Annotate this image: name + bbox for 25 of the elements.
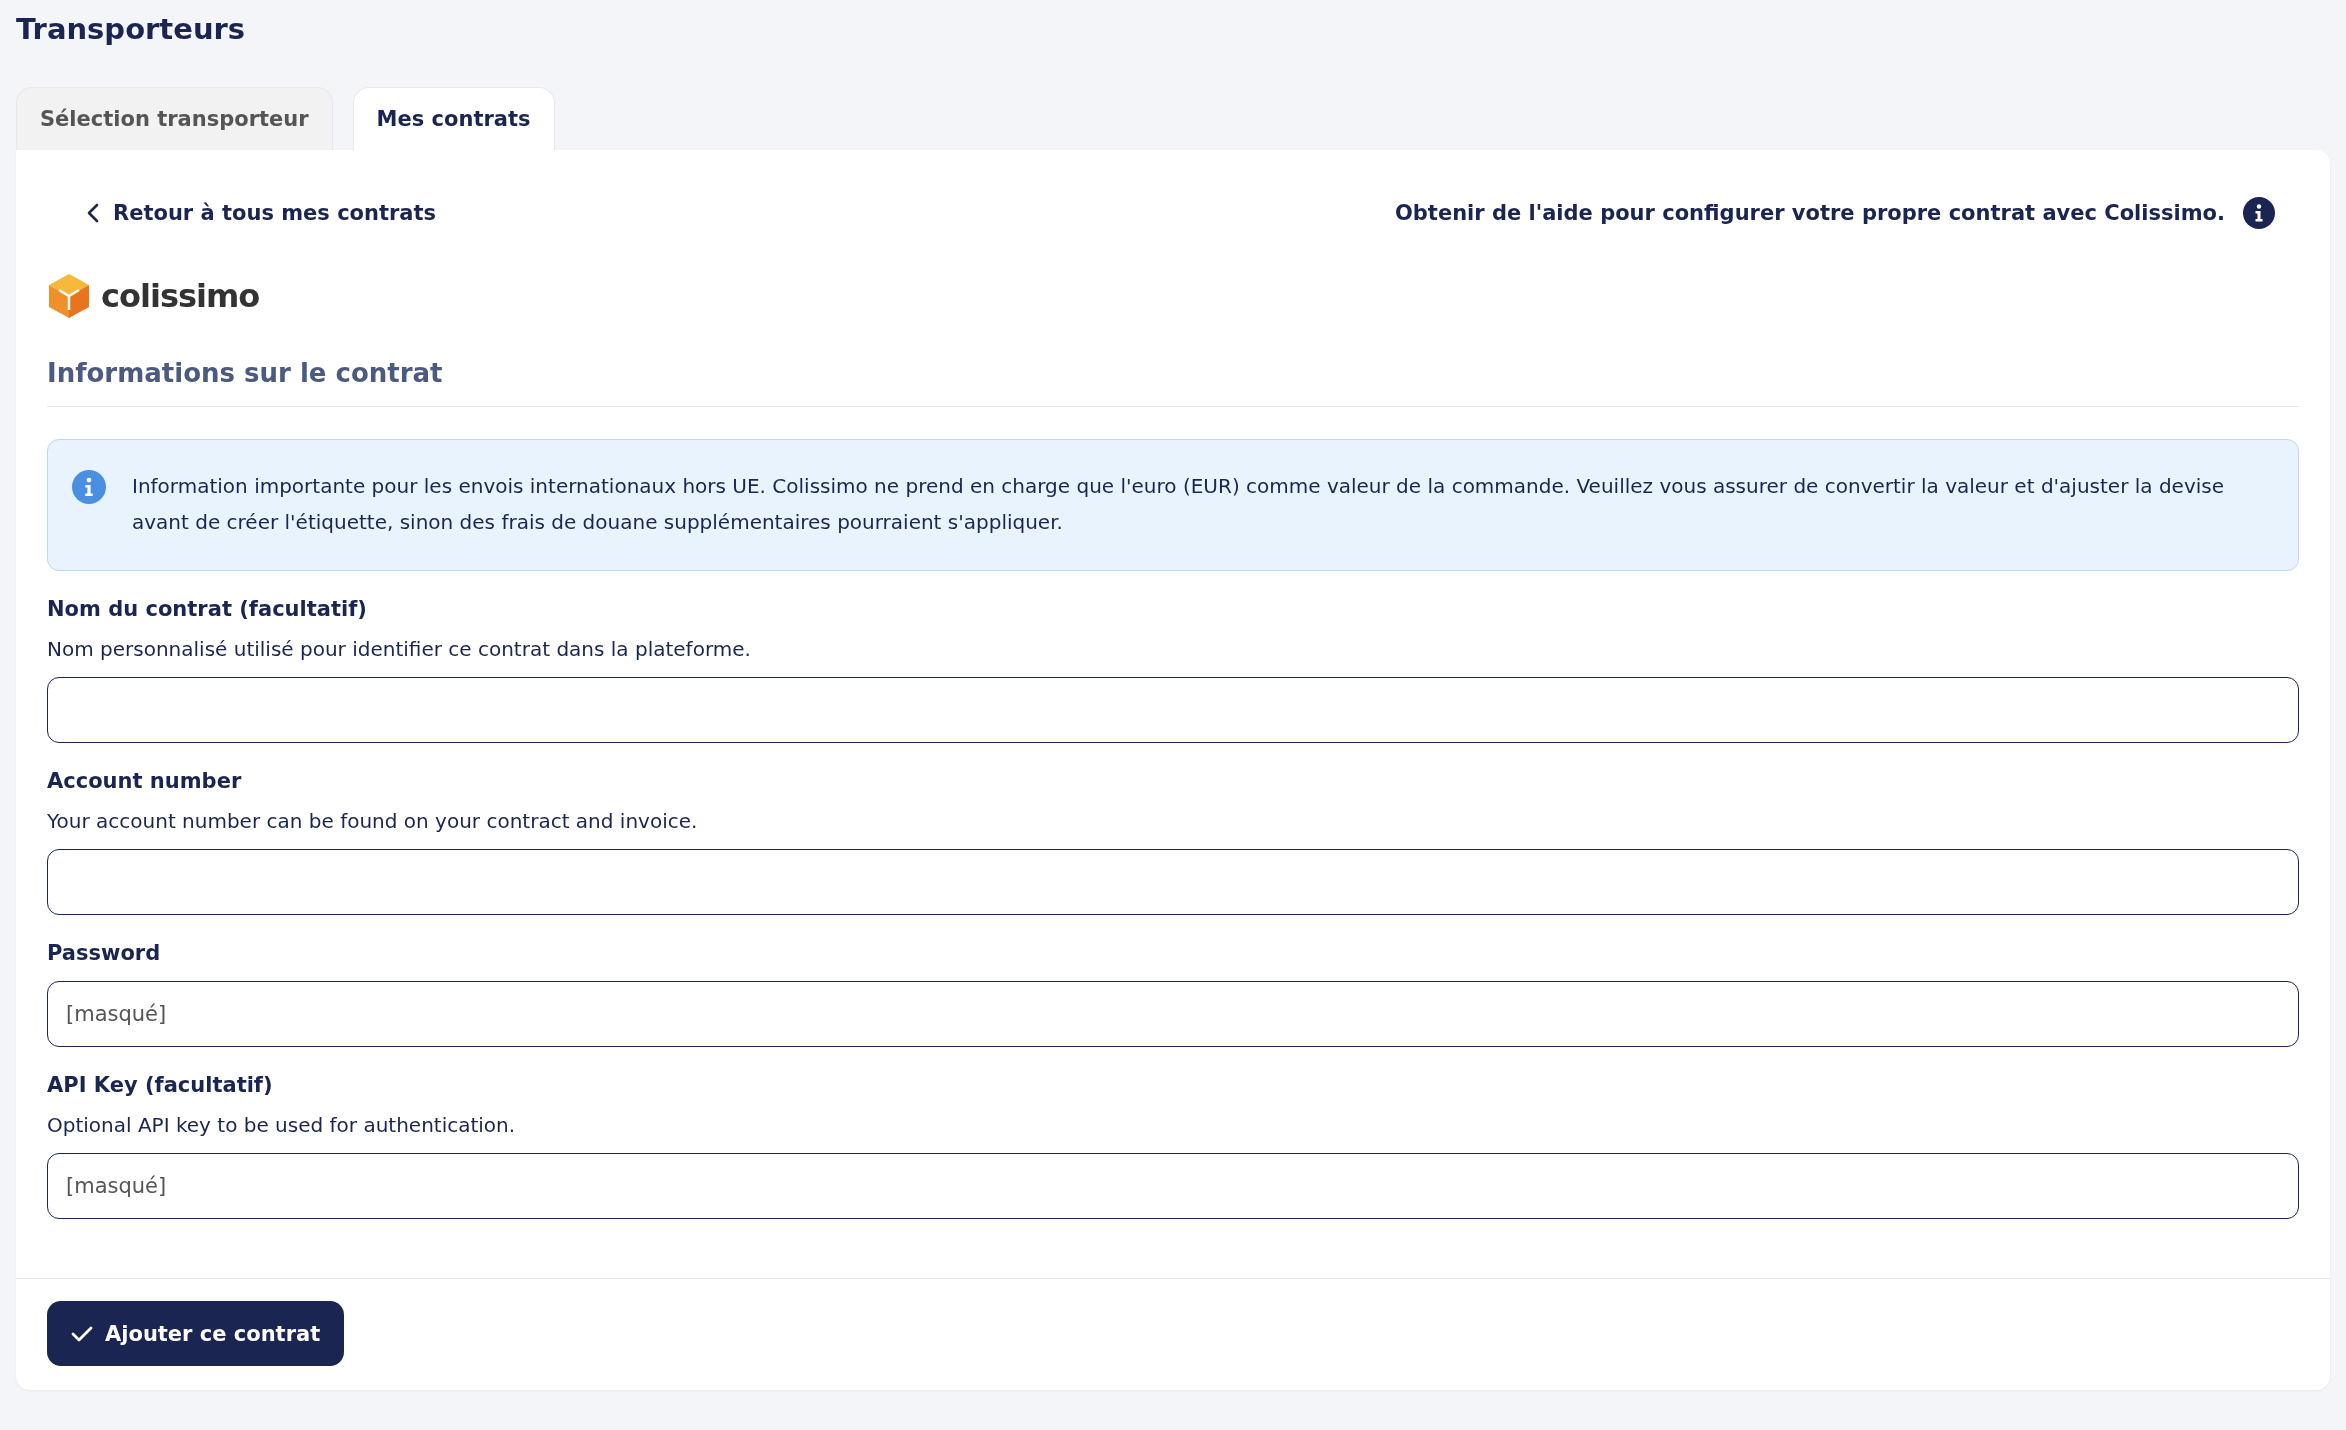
- field-label: Password: [47, 941, 162, 965]
- field-label: API Key (facultatif): [47, 1073, 274, 1097]
- field-label: Nom du contrat (facultatif): [47, 597, 368, 621]
- info-icon: [72, 470, 106, 504]
- notice-text: Information importante pour les envois internationaux hors UE. Colissimo ne prend en charge que l'euro (EUR) comme valeur de la commande. Veuillez vous assurer de convertir la valeur et d'ajuster la devise avant de créer l'étiquette, sinon des frais de douane supplémentaires pourraient s'appliquer.: [132, 473, 2225, 536]
- field-help-text: Your account number can be found on your contract and invoice.: [47, 809, 699, 833]
- input-field[interactable]: [masqué]: [47, 981, 2299, 1047]
- chevron-left-icon: [87, 203, 99, 223]
- help-link[interactable]: Obtenir de l'aide pour configurer votre propre contrat avec Colissimo.: [1395, 201, 2225, 225]
- page-title: Transporteurs: [16, 11, 247, 48]
- input-field[interactable]: [masqué]: [47, 1153, 2299, 1219]
- tab[interactable]: Mes contrats: [352, 87, 555, 150]
- tab[interactable]: Sélection transporteur: [16, 87, 333, 150]
- field-label: Account number: [47, 769, 243, 793]
- input-field[interactable]: [47, 849, 2299, 915]
- section-title: Informations sur le contrat: [47, 358, 2299, 407]
- field-help-text: Nom personnalisé utilisé pour identifier ce contrat dans la plateforme.: [47, 637, 752, 661]
- carrier-logo: colissimo: [101, 277, 260, 315]
- check-icon: [71, 1324, 93, 1343]
- submit-button[interactable]: Ajouter ce contrat: [47, 1301, 345, 1366]
- input-field[interactable]: [47, 677, 2299, 743]
- box-icon: [47, 272, 91, 320]
- info-icon[interactable]: [2243, 197, 2275, 229]
- back-link[interactable]: Retour à tous mes contrats: [47, 201, 437, 225]
- field-help-text: Optional API key to be used for authentication.: [47, 1113, 517, 1137]
